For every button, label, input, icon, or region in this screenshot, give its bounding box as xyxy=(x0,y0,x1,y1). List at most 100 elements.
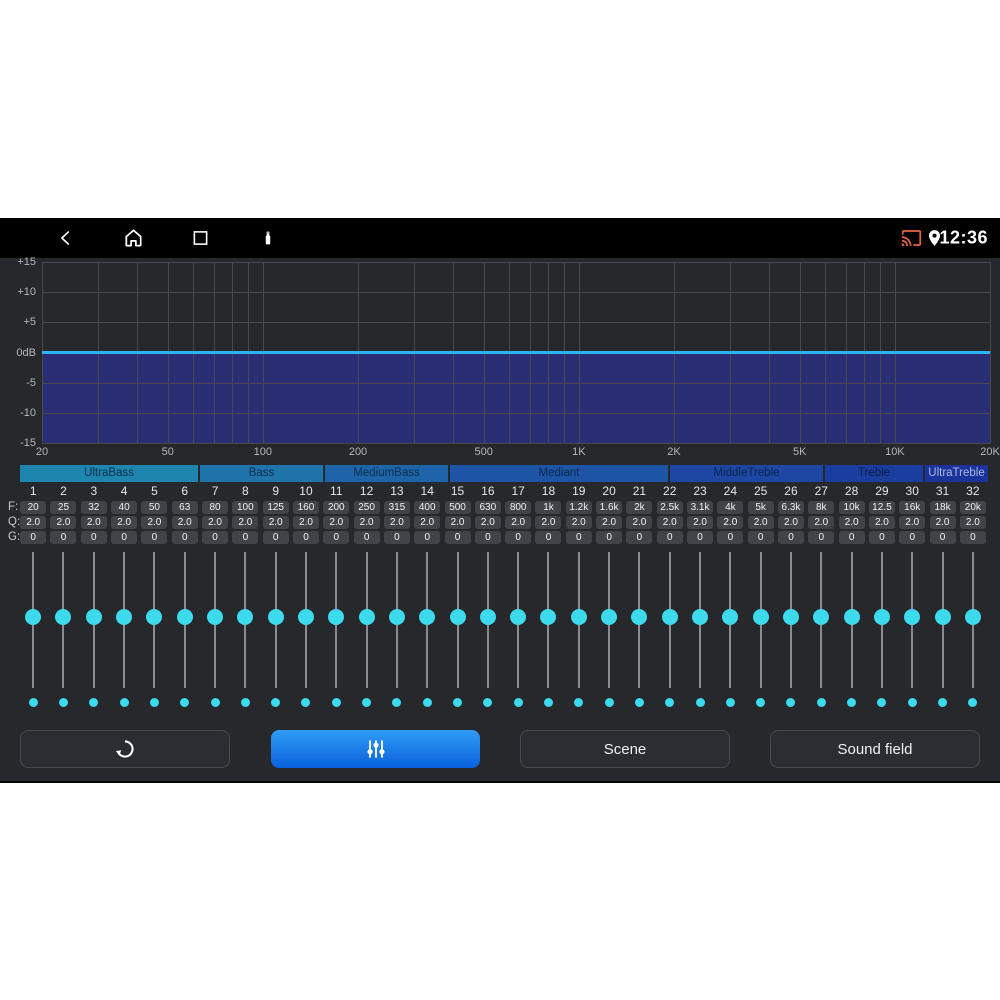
slider-knob[interactable] xyxy=(358,609,375,625)
q-value[interactable]: 2.0 xyxy=(626,516,653,529)
gain-value[interactable]: 0 xyxy=(414,531,441,544)
q-value[interactable]: 2.0 xyxy=(929,516,956,529)
freq-value[interactable]: 4k xyxy=(717,501,744,514)
q-value[interactable]: 2.0 xyxy=(505,516,532,529)
freq-value[interactable]: 80 xyxy=(202,501,229,514)
slider-track[interactable] xyxy=(419,552,436,688)
freq-value[interactable]: 20 xyxy=(20,501,47,514)
gain-value[interactable]: 0 xyxy=(899,531,926,544)
q-value[interactable]: 2.0 xyxy=(838,516,865,529)
q-value[interactable]: 2.0 xyxy=(899,516,926,529)
q-value[interactable]: 2.0 xyxy=(747,516,774,529)
freq-value[interactable]: 2k xyxy=(626,501,653,514)
gain-value[interactable]: 0 xyxy=(474,531,501,544)
freq-value[interactable]: 32 xyxy=(80,501,107,514)
freq-value[interactable]: 2.5k xyxy=(656,501,683,514)
slider-track[interactable] xyxy=(934,552,951,688)
q-value[interactable]: 2.0 xyxy=(868,516,895,529)
freq-value[interactable]: 630 xyxy=(474,501,501,514)
slider-knob[interactable] xyxy=(25,609,42,625)
slider-knob[interactable] xyxy=(176,609,193,625)
q-value[interactable]: 2.0 xyxy=(383,516,410,529)
slider-knob[interactable] xyxy=(782,609,799,625)
slider-track[interactable] xyxy=(540,552,557,688)
freq-value[interactable]: 5k xyxy=(747,501,774,514)
gain-value[interactable]: 0 xyxy=(383,531,410,544)
q-value[interactable]: 2.0 xyxy=(777,516,804,529)
slider-knob[interactable] xyxy=(752,609,769,625)
slider-knob[interactable] xyxy=(207,609,224,625)
slider-track[interactable] xyxy=(267,552,284,688)
slider-knob[interactable] xyxy=(722,609,739,625)
slider-knob[interactable] xyxy=(934,609,951,625)
q-value[interactable]: 2.0 xyxy=(292,516,319,529)
slider-knob[interactable] xyxy=(510,609,527,625)
freq-value[interactable]: 3.1k xyxy=(687,501,714,514)
slider-knob[interactable] xyxy=(873,609,890,625)
slider-knob[interactable] xyxy=(328,609,345,625)
q-value[interactable]: 2.0 xyxy=(141,516,168,529)
freq-value[interactable]: 40 xyxy=(111,501,138,514)
slider-track[interactable] xyxy=(237,552,254,688)
freq-value[interactable]: 20k xyxy=(959,501,986,514)
freq-value[interactable]: 12.5 xyxy=(868,501,895,514)
slider-knob[interactable] xyxy=(116,609,133,625)
gain-value[interactable]: 0 xyxy=(596,531,623,544)
slider-track[interactable] xyxy=(358,552,375,688)
freq-value[interactable]: 6.3k xyxy=(777,501,804,514)
slider-track[interactable] xyxy=(55,552,72,688)
q-value[interactable]: 2.0 xyxy=(414,516,441,529)
slider-track[interactable] xyxy=(722,552,739,688)
gain-value[interactable]: 0 xyxy=(505,531,532,544)
slider-track[interactable] xyxy=(176,552,193,688)
q-value[interactable]: 2.0 xyxy=(687,516,714,529)
freq-value[interactable]: 400 xyxy=(414,501,441,514)
slider-track[interactable] xyxy=(904,552,921,688)
slider-track[interactable] xyxy=(146,552,163,688)
gain-value[interactable]: 0 xyxy=(929,531,956,544)
slider-track[interactable] xyxy=(479,552,496,688)
q-value[interactable]: 2.0 xyxy=(111,516,138,529)
reset-button[interactable] xyxy=(20,730,230,768)
slider-track[interactable] xyxy=(328,552,345,688)
slider-knob[interactable] xyxy=(964,609,981,625)
q-value[interactable]: 2.0 xyxy=(959,516,986,529)
slider-track[interactable] xyxy=(964,552,981,688)
gain-value[interactable]: 0 xyxy=(747,531,774,544)
gain-value[interactable]: 0 xyxy=(808,531,835,544)
freq-value[interactable]: 16k xyxy=(899,501,926,514)
freq-value[interactable]: 18k xyxy=(929,501,956,514)
slider-knob[interactable] xyxy=(904,609,921,625)
slider-track[interactable] xyxy=(449,552,466,688)
gain-value[interactable]: 0 xyxy=(687,531,714,544)
slider-track[interactable] xyxy=(661,552,678,688)
q-value[interactable]: 2.0 xyxy=(565,516,592,529)
gain-value[interactable]: 0 xyxy=(626,531,653,544)
gain-value[interactable]: 0 xyxy=(323,531,350,544)
q-value[interactable]: 2.0 xyxy=(808,516,835,529)
q-value[interactable]: 2.0 xyxy=(353,516,380,529)
gain-value[interactable]: 0 xyxy=(565,531,592,544)
gain-value[interactable]: 0 xyxy=(656,531,683,544)
gain-value[interactable]: 0 xyxy=(868,531,895,544)
slider-track[interactable] xyxy=(692,552,709,688)
freq-value[interactable]: 160 xyxy=(292,501,319,514)
gain-value[interactable]: 0 xyxy=(353,531,380,544)
slider-track[interactable] xyxy=(782,552,799,688)
freq-value[interactable]: 125 xyxy=(262,501,289,514)
gain-value[interactable]: 0 xyxy=(141,531,168,544)
sound-field-button[interactable]: Sound field xyxy=(770,730,980,768)
freq-value[interactable]: 200 xyxy=(323,501,350,514)
slider-knob[interactable] xyxy=(237,609,254,625)
q-value[interactable]: 2.0 xyxy=(171,516,198,529)
gain-value[interactable]: 0 xyxy=(535,531,562,544)
gain-value[interactable]: 0 xyxy=(959,531,986,544)
q-value[interactable]: 2.0 xyxy=(656,516,683,529)
slider-knob[interactable] xyxy=(267,609,284,625)
slider-knob[interactable] xyxy=(843,609,860,625)
q-value[interactable]: 2.0 xyxy=(535,516,562,529)
freq-value[interactable]: 63 xyxy=(171,501,198,514)
q-value[interactable]: 2.0 xyxy=(232,516,259,529)
recents-icon[interactable] xyxy=(190,228,211,249)
slider-knob[interactable] xyxy=(55,609,72,625)
